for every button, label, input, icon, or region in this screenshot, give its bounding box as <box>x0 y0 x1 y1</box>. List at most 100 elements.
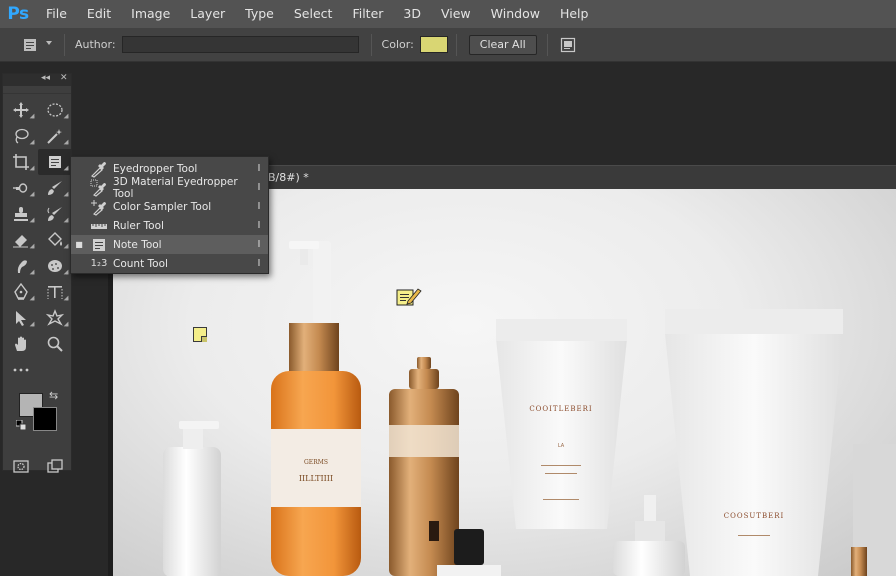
default-colors-icon[interactable] <box>16 420 26 430</box>
toolbox: ◂◂ ✕ ⇆ <box>2 73 72 473</box>
flyout-label: Color Sampler Tool <box>113 200 212 213</box>
edit-toolbar-button[interactable] <box>4 357 38 383</box>
shape-tool[interactable] <box>38 305 72 331</box>
collapse-icon[interactable]: ◂◂ <box>41 73 50 83</box>
note-icon <box>24 38 36 51</box>
menu-image[interactable]: Image <box>121 0 180 28</box>
pen-tool[interactable] <box>4 279 38 305</box>
path-selection-tool[interactable] <box>4 305 38 331</box>
divider <box>546 33 548 56</box>
marquee-tool[interactable] <box>38 97 72 123</box>
brush-tool[interactable] <box>38 175 72 201</box>
color-label: Color: <box>381 38 414 51</box>
smudge-tool[interactable] <box>4 253 38 279</box>
menu-file[interactable]: File <box>36 0 77 28</box>
svg-text:LA: LA <box>558 443 565 449</box>
magic-wand-tool[interactable] <box>38 123 72 149</box>
menu-filter[interactable]: Filter <box>342 0 393 28</box>
healing-brush-tool[interactable] <box>4 175 38 201</box>
flyout-shortcut: I <box>257 258 261 269</box>
move-icon <box>13 102 29 118</box>
flyout-label: Eyedropper Tool <box>113 162 198 175</box>
crop-tool[interactable] <box>4 149 38 175</box>
3d-eyedropper-icon <box>87 178 111 197</box>
flyout-label: 3D Material Eyedropper Tool <box>113 175 238 200</box>
divider <box>455 33 457 56</box>
menu-view[interactable]: View <box>431 0 481 28</box>
menu-bar: Ps File Edit Image Layer Type Select Fil… <box>0 0 896 28</box>
document-title: B/8#) * <box>268 171 309 184</box>
flyout-shortcut: I <box>257 220 261 231</box>
flyout-label: Note Tool <box>113 238 162 251</box>
flyout-item-ruler[interactable]: Ruler Tool I <box>71 216 268 235</box>
svg-text:COOITLEBERI: COOITLEBERI <box>529 405 592 413</box>
menu-help[interactable]: Help <box>550 0 599 28</box>
divider <box>370 33 372 56</box>
custom-shape-icon <box>46 309 64 326</box>
chevron-down-icon <box>46 40 52 45</box>
history-brush-icon <box>47 207 62 221</box>
screen-mode-button[interactable] <box>38 455 72 477</box>
menu-layer[interactable]: Layer <box>180 0 235 28</box>
svg-text:COOSUTBERI: COOSUTBERI <box>724 512 785 520</box>
zoom-tool[interactable] <box>38 331 72 357</box>
menu-type[interactable]: Type <box>235 0 284 28</box>
color-picker-block: ⇆ <box>3 383 71 455</box>
clone-stamp-tool[interactable] <box>4 201 38 227</box>
author-input[interactable] <box>121 36 359 53</box>
photoshop-logo: Ps <box>7 4 29 24</box>
eraser-tool[interactable] <box>4 227 38 253</box>
elliptical-marquee-icon <box>47 103 63 117</box>
quick-mask-icon <box>13 460 29 473</box>
tool-preset-picker[interactable] <box>16 34 52 56</box>
menu-edit[interactable]: Edit <box>77 0 121 28</box>
flyout-item-color-sampler[interactable]: Color Sampler Tool I <box>71 197 268 216</box>
spot-healing-icon <box>13 183 28 193</box>
clear-all-button[interactable]: Clear All <box>468 34 537 55</box>
selected-bullet-icon: ■ <box>75 240 83 249</box>
history-brush-tool[interactable] <box>38 201 72 227</box>
note-icon <box>49 156 61 168</box>
smudge-icon <box>17 260 27 273</box>
note-color-swatch[interactable] <box>419 36 448 53</box>
swap-colors-icon[interactable]: ⇆ <box>49 389 58 402</box>
stamp-icon <box>14 207 28 221</box>
paint-bucket-icon <box>48 232 62 246</box>
toolbox-header[interactable]: ◂◂ ✕ <box>3 73 71 86</box>
dodge-tool[interactable] <box>38 253 72 279</box>
notes-panel-icon <box>560 37 575 52</box>
lasso-tool[interactable] <box>4 123 38 149</box>
hand-tool[interactable] <box>4 331 38 357</box>
lasso-icon <box>15 128 29 144</box>
screen-mode-icon <box>47 459 63 473</box>
type-tool[interactable] <box>38 279 72 305</box>
menu-select[interactable]: Select <box>284 0 343 28</box>
menu-3d[interactable]: 3D <box>393 0 431 28</box>
ruler-icon <box>87 216 111 235</box>
options-bar: Author: Color: Clear All <box>0 28 896 62</box>
flyout-item-note[interactable]: ■ Note Tool I <box>71 235 268 254</box>
flyout-shortcut: I <box>257 182 261 193</box>
paint-bucket-tool[interactable] <box>38 227 72 253</box>
menu-window[interactable]: Window <box>481 0 550 28</box>
background-color-swatch[interactable] <box>33 407 57 431</box>
eyedropper-tools-flyout: Eyedropper Tool I 3D Material Eyedropper… <box>70 156 269 274</box>
notes-panel-button[interactable] <box>558 35 578 55</box>
zoom-icon <box>47 336 63 352</box>
note-tool[interactable] <box>38 149 72 175</box>
color-sampler-icon <box>87 197 111 216</box>
author-label: Author: <box>75 38 116 51</box>
pen-icon <box>14 283 28 300</box>
quick-mask-button[interactable] <box>4 455 38 477</box>
note-marker[interactable] <box>193 327 207 342</box>
move-tool[interactable] <box>4 97 38 123</box>
more-tools-icon <box>13 368 29 372</box>
toolbox-grip[interactable] <box>3 86 71 94</box>
sponge-icon <box>48 260 62 272</box>
vertical-type-icon <box>47 286 63 299</box>
flyout-item-count[interactable]: 1₂3 Count Tool I <box>71 254 268 273</box>
close-icon[interactable]: ✕ <box>60 73 68 83</box>
eyedropper-icon <box>87 159 111 178</box>
flyout-item-3d-eyedropper[interactable]: 3D Material Eyedropper Tool I <box>71 175 268 200</box>
flyout-shortcut: I <box>257 163 261 174</box>
